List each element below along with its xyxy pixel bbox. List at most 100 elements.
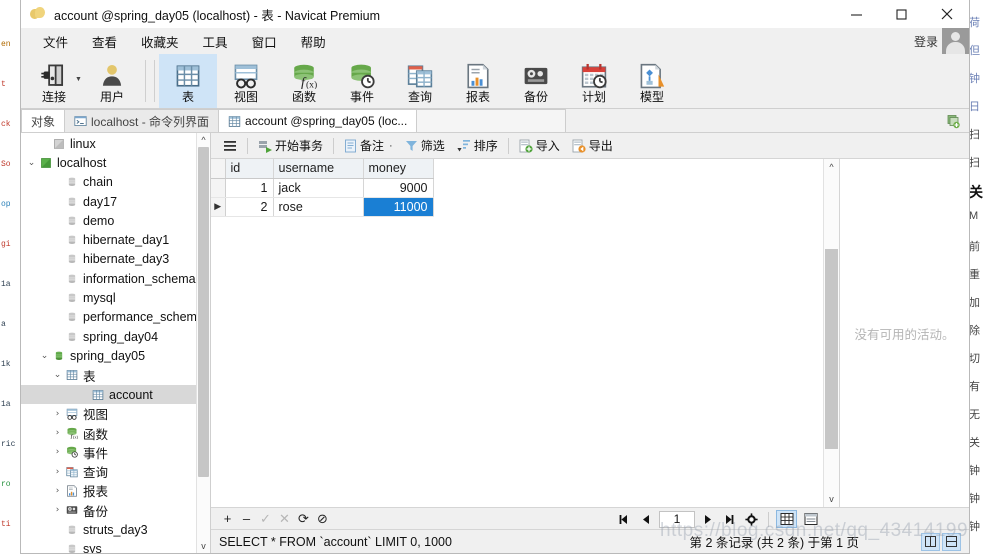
menu-item-file[interactable]: 文件: [31, 29, 80, 54]
menu-item-help[interactable]: 帮助: [289, 29, 338, 54]
prev-page-icon[interactable]: [637, 510, 656, 528]
menu-item-tools[interactable]: 工具: [191, 29, 240, 54]
cell-money[interactable]: 9000: [363, 178, 434, 198]
ribbon-button-schedule[interactable]: 计划: [565, 54, 623, 108]
column-header-username[interactable]: username: [273, 159, 364, 179]
maximize-button[interactable]: [879, 0, 924, 28]
refresh-icon[interactable]: ⟳: [295, 510, 312, 527]
tree-node-sys[interactable]: sys: [21, 539, 210, 553]
new-tab-icon[interactable]: [941, 111, 965, 131]
sidebar-scrollbar[interactable]: ^ v: [196, 133, 210, 553]
last-page-icon[interactable]: [720, 510, 739, 528]
login-link[interactable]: 登录: [914, 33, 938, 50]
grid-scroll-thumb[interactable]: [825, 249, 838, 449]
ribbon-button-view[interactable]: 视图: [217, 54, 275, 108]
minus-icon[interactable]: –: [238, 510, 255, 527]
ribbon-button-report[interactable]: 报表: [449, 54, 507, 108]
grid-layout-icon[interactable]: [921, 532, 940, 551]
ribbon-button-event[interactable]: 事件: [333, 54, 391, 108]
tree-node-[interactable]: › 视图: [21, 404, 210, 423]
first-page-icon[interactable]: [615, 510, 634, 528]
gear-icon[interactable]: [742, 510, 761, 528]
table-row[interactable]: 1 jack 9000: [211, 178, 434, 198]
database-tree[interactable]: linux ⌄ localhost chain day17 demo hibernate_d…: [21, 133, 210, 553]
menu-item-window[interactable]: 窗口: [240, 29, 289, 54]
tree-node-localhost[interactable]: ⌄ localhost: [21, 153, 210, 172]
chevron-right-icon[interactable]: ›: [51, 505, 64, 515]
grid-scroll-down-icon[interactable]: v: [829, 491, 834, 507]
tree-node-linux[interactable]: linux: [21, 134, 210, 153]
tree-node-hibernate_day1[interactable]: hibernate_day1: [21, 230, 210, 249]
ribbon-button-connection[interactable]: 连接 ▼: [25, 54, 83, 108]
sort-button[interactable]: 排序: [451, 134, 504, 157]
close-button[interactable]: [924, 0, 969, 28]
export-button[interactable]: 导出: [566, 134, 619, 157]
minimize-button[interactable]: [834, 0, 879, 28]
grid-vertical-scrollbar[interactable]: ^ v: [823, 159, 839, 507]
ribbon-button-table[interactable]: 表: [159, 54, 217, 108]
tree-node-chain[interactable]: chain: [21, 173, 210, 192]
chevron-down-icon[interactable]: ▼: [75, 76, 82, 83]
note-caret-icon[interactable]: ·: [389, 140, 393, 152]
tree-node-struts_day3[interactable]: struts_day3: [21, 520, 210, 539]
plus-icon[interactable]: +: [219, 510, 236, 527]
tree-node-hibernate_day3[interactable]: hibernate_day3: [21, 250, 210, 269]
tab-console[interactable]: localhost - 命令列界面: [64, 109, 220, 132]
tab-table-data[interactable]: account @spring_day05 (loc...: [218, 109, 418, 132]
tree-node-information_schema[interactable]: information_schema: [21, 269, 210, 288]
cell-username[interactable]: rose: [273, 197, 364, 217]
ribbon-button-user[interactable]: 用户: [83, 54, 141, 108]
note-button[interactable]: 备注 ·: [338, 134, 399, 157]
chevron-right-icon[interactable]: ›: [51, 428, 64, 438]
data-grid-area[interactable]: id username money 1 jack 9000 ▶ 2 rose 11000: [211, 159, 823, 507]
tree-node-performance_schema[interactable]: performance_schema: [21, 308, 210, 327]
ribbon-button-backup[interactable]: 备份: [507, 54, 565, 108]
table-row[interactable]: ▶ 2 rose 11000: [211, 197, 434, 217]
chevron-down-icon[interactable]: ⌄: [25, 158, 38, 168]
tree-node-[interactable]: › 报表: [21, 481, 210, 500]
cell-id[interactable]: 2: [225, 197, 274, 217]
ribbon-button-model[interactable]: 模型: [623, 54, 681, 108]
tab-objects[interactable]: 对象: [21, 109, 66, 132]
column-header-id[interactable]: id: [225, 159, 274, 179]
column-header-money[interactable]: money: [363, 159, 434, 179]
chevron-right-icon[interactable]: ›: [51, 447, 64, 457]
cell-username[interactable]: jack: [273, 178, 364, 198]
split-layout-icon[interactable]: [942, 532, 961, 551]
menu-item-view[interactable]: 查看: [80, 29, 129, 54]
tree-node-spring_day05[interactable]: ⌄ spring_day05: [21, 346, 210, 365]
sidebar-scroll-thumb[interactable]: [198, 147, 209, 477]
import-button[interactable]: 导入: [513, 134, 566, 157]
chevron-right-icon[interactable]: ›: [51, 467, 64, 477]
grid-view-icon[interactable]: [776, 510, 797, 528]
user-avatar-icon[interactable]: [942, 28, 969, 54]
row-marker[interactable]: ▶: [211, 197, 226, 217]
ribbon-button-function[interactable]: f (x) 函数: [275, 54, 333, 108]
sidebar-scroll-down-icon[interactable]: v: [201, 539, 206, 553]
cell-money[interactable]: 11000: [363, 197, 434, 217]
grid-scroll-up-icon[interactable]: ^: [829, 159, 833, 175]
tree-node-mysql[interactable]: mysql: [21, 288, 210, 307]
sidebar-scroll-up-icon[interactable]: ^: [201, 133, 205, 147]
tree-node-[interactable]: › 查询: [21, 462, 210, 481]
chevron-down-icon[interactable]: ⌄: [51, 370, 64, 380]
form-view-icon[interactable]: [800, 510, 821, 528]
stop-icon[interactable]: ⊘: [314, 510, 331, 527]
menu-item-favorites[interactable]: 收藏夹: [129, 29, 191, 54]
filter-button[interactable]: 筛选: [399, 134, 451, 157]
tree-node-[interactable]: ⌄ 表: [21, 366, 210, 385]
chevron-right-icon[interactable]: ›: [51, 486, 64, 496]
hamburger-icon[interactable]: [217, 137, 243, 155]
tree-node-[interactable]: › 备份: [21, 501, 210, 520]
data-grid[interactable]: id username money 1 jack 9000 ▶ 2 rose 11000: [211, 159, 434, 506]
start-transaction-button[interactable]: 开始事务: [252, 134, 329, 157]
next-page-icon[interactable]: [698, 510, 717, 528]
page-number-input[interactable]: 1: [659, 510, 695, 528]
tree-node-[interactable]: › f (x) 函数: [21, 423, 210, 442]
tree-node-spring_day04[interactable]: spring_day04: [21, 327, 210, 346]
chevron-down-icon[interactable]: ⌄: [38, 351, 51, 361]
tree-node-account[interactable]: account: [21, 384, 210, 405]
row-marker[interactable]: [211, 178, 226, 198]
tree-node-day17[interactable]: day17: [21, 192, 210, 211]
chevron-right-icon[interactable]: ›: [51, 409, 64, 419]
